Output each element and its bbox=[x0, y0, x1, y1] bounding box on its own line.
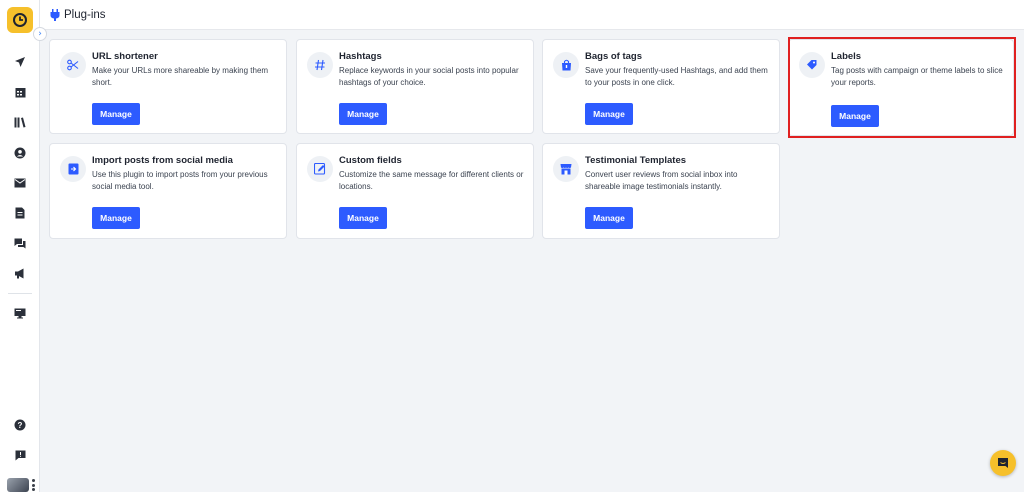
clock-logo-icon bbox=[13, 13, 27, 27]
sidebar-item-publish[interactable] bbox=[10, 52, 30, 72]
avatar[interactable] bbox=[7, 478, 29, 492]
manage-button-bags-of-tags[interactable]: Manage bbox=[585, 103, 633, 125]
sidebar-item-reports[interactable] bbox=[10, 203, 30, 223]
feedback-icon bbox=[15, 450, 25, 460]
tag-icon bbox=[807, 60, 817, 70]
sidebar-item-calendar[interactable] bbox=[10, 82, 30, 102]
plugin-card-labels: Labels Tag posts with campaign or theme … bbox=[788, 39, 1014, 136]
sidebar-item-inbox[interactable] bbox=[10, 173, 30, 193]
plugin-card-testimonial-templates: Testimonial Templates Convert user revie… bbox=[542, 143, 780, 239]
manage-button-testimonial-templates[interactable]: Manage bbox=[585, 207, 633, 229]
sidebar-item-feedback[interactable] bbox=[10, 445, 30, 465]
sidebar: ? bbox=[0, 0, 40, 492]
plugin-title: Hashtags bbox=[339, 51, 382, 62]
sidebar-item-profile[interactable] bbox=[10, 143, 30, 163]
store-icon bbox=[560, 164, 572, 175]
plugin-description: Save your frequently-used Hashtags, and … bbox=[585, 66, 768, 87]
plugin-description: Convert user reviews from social inbox i… bbox=[585, 170, 738, 191]
sidebar-item-campaigns[interactable] bbox=[10, 263, 30, 283]
plugin-title: Testimonial Templates bbox=[585, 155, 687, 166]
calendar-icon bbox=[15, 87, 25, 97]
plugin-description: Customize the same message for different… bbox=[339, 170, 524, 191]
svg-text:?: ? bbox=[18, 421, 23, 430]
plugin-title: Import posts from social media bbox=[92, 155, 233, 166]
plugin-title: Bags of tags bbox=[585, 51, 643, 62]
scissors-icon bbox=[67, 59, 79, 71]
app-logo[interactable] bbox=[7, 7, 33, 33]
import-icon bbox=[68, 163, 78, 175]
plugin-description: Make your URLs more shareable by making … bbox=[92, 66, 269, 87]
document-icon bbox=[15, 207, 25, 219]
support-chat-button[interactable] bbox=[990, 450, 1016, 476]
plugin-card-hashtags: Hashtags Replace keywords in your social… bbox=[296, 39, 534, 134]
manage-button-url-shortener[interactable]: Manage bbox=[92, 103, 140, 125]
hash-icon bbox=[315, 59, 325, 71]
plugin-card-url-shortener: URL shortener Make your URLs more sharea… bbox=[49, 39, 287, 134]
plugin-card-custom-fields: Custom fields Customize the same message… bbox=[296, 143, 534, 239]
chat-icon bbox=[14, 238, 26, 248]
sidebar-item-library[interactable] bbox=[10, 112, 30, 132]
manage-button-custom-fields[interactable]: Manage bbox=[339, 207, 387, 229]
library-icon bbox=[14, 117, 26, 127]
manage-button-import-posts[interactable]: Manage bbox=[92, 207, 140, 229]
edit-field-icon bbox=[314, 163, 326, 175]
expand-sidebar-button[interactable]: › bbox=[33, 27, 47, 41]
plugin-card-import-posts: Import posts from social media Use this … bbox=[49, 143, 287, 239]
monitor-icon bbox=[14, 308, 26, 318]
megaphone-icon bbox=[15, 268, 24, 278]
sidebar-divider bbox=[8, 293, 32, 294]
plugin-title: URL shortener bbox=[92, 51, 158, 62]
mail-icon bbox=[14, 178, 26, 188]
plugin-icon bbox=[50, 9, 60, 21]
sidebar-item-conversations[interactable] bbox=[10, 233, 30, 253]
plugin-description: Use this plugin to import posts from you… bbox=[92, 170, 268, 191]
bag-icon bbox=[561, 59, 571, 71]
plugin-description: Replace keywords in your social posts in… bbox=[339, 66, 519, 87]
sidebar-item-screen[interactable] bbox=[10, 303, 30, 323]
more-options-icon[interactable] bbox=[31, 479, 35, 491]
plugin-title: Labels bbox=[831, 51, 862, 62]
manage-button-hashtags[interactable]: Manage bbox=[339, 103, 387, 125]
topbar bbox=[40, 0, 1024, 30]
sidebar-item-help[interactable]: ? bbox=[10, 415, 30, 435]
plugin-title: Custom fields bbox=[339, 155, 402, 166]
plugin-card-bags-of-tags: Bags of tags Save your frequently-used H… bbox=[542, 39, 780, 134]
plugin-description: Tag posts with campaign or theme labels … bbox=[831, 66, 1003, 87]
page-title: Plug-ins bbox=[64, 9, 106, 21]
manage-button-labels[interactable]: Manage bbox=[831, 105, 879, 127]
send-icon bbox=[15, 57, 25, 67]
chat-bubble-icon bbox=[998, 458, 1008, 468]
help-icon: ? bbox=[14, 419, 26, 431]
user-icon bbox=[14, 147, 26, 159]
